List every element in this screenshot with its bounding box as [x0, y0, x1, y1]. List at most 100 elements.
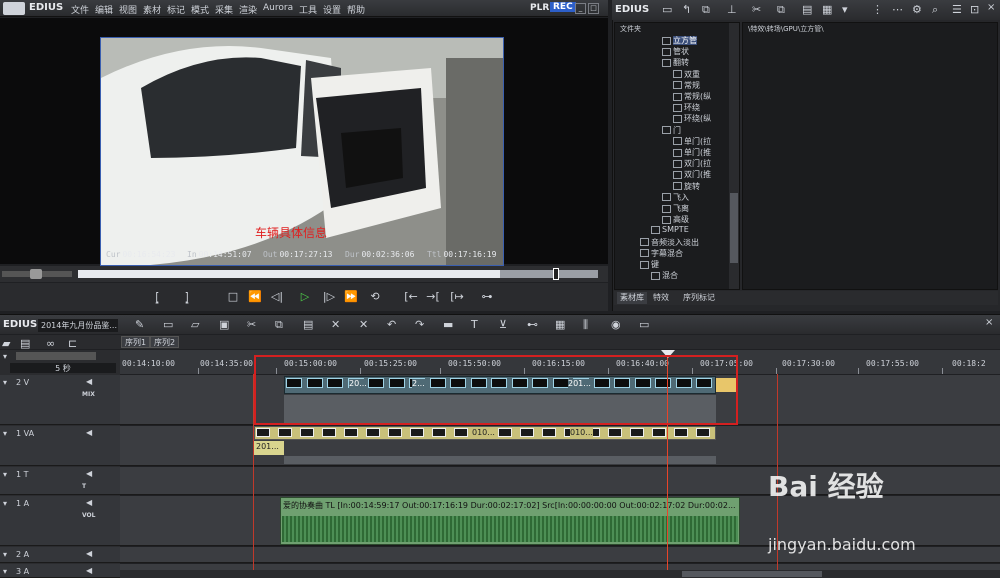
up-folder-icon[interactable]: ↰: [682, 3, 691, 16]
rewind-icon[interactable]: ⏪: [246, 288, 264, 306]
menu-item-2[interactable]: 视图: [119, 3, 137, 16]
timeline-close-icon[interactable]: ×: [985, 317, 993, 328]
grid-icon[interactable]: ▦: [555, 318, 565, 331]
tab-sequence-2[interactable]: 序列2: [150, 336, 180, 348]
maximize-button[interactable]: □: [588, 3, 599, 14]
tree-item[interactable]: 飞离: [662, 203, 689, 214]
speaker-icon[interactable]: ◀: [86, 566, 92, 575]
plr-mode-button[interactable]: PLR: [530, 3, 549, 13]
fast-forward-icon[interactable]: ⏩: [342, 288, 360, 306]
delete-icon[interactable]: ✕: [331, 318, 340, 331]
tree-item[interactable]: 字幕混合: [640, 248, 683, 259]
position-handle[interactable]: [553, 268, 559, 280]
tree-item[interactable]: 环绕: [673, 102, 700, 113]
minimize-button[interactable]: _: [575, 3, 586, 14]
mixer-icon[interactable]: ⫼: [583, 318, 588, 332]
va-audio-clip[interactable]: 201...: [254, 441, 284, 455]
zoom-slider[interactable]: [16, 352, 96, 360]
cut-icon[interactable]: ✂: [752, 3, 761, 16]
tab-sequence-1[interactable]: 序列1: [121, 336, 151, 348]
menu-item-6[interactable]: 采集: [215, 3, 233, 16]
tree-item[interactable]: 翻转: [662, 57, 689, 68]
filter-icon[interactable]: ⊡: [970, 3, 979, 16]
expand-icon[interactable]: ▾: [3, 429, 7, 438]
stop-icon[interactable]: □: [224, 288, 242, 306]
menu-item-0[interactable]: 文件: [71, 3, 89, 16]
close-icon[interactable]: ×: [987, 2, 995, 13]
mark-in-icon[interactable]: ⦋: [148, 288, 166, 306]
tree-item[interactable]: 环绕(纵: [673, 113, 711, 124]
bin-tab-2[interactable]: 序列标记: [680, 292, 718, 304]
tree-item[interactable]: 立方管: [662, 35, 697, 46]
menu-item-1[interactable]: 编辑: [95, 3, 113, 16]
extract-icon[interactable]: [↦: [448, 288, 466, 306]
folder-icon[interactable]: ▭: [662, 3, 672, 16]
menu-item-5[interactable]: 模式: [191, 3, 209, 16]
sync-lock-icon[interactable]: ▤: [20, 337, 30, 350]
track-header-4[interactable]: 2 A ◀ ▾: [0, 547, 120, 563]
mark-out-icon[interactable]: ⦌: [178, 288, 196, 306]
track-mode-icon[interactable]: ▰: [2, 337, 10, 350]
record-icon[interactable]: ◉: [611, 318, 621, 331]
shuttle-handle[interactable]: [30, 269, 42, 279]
tree-scrollbar[interactable]: [729, 23, 739, 289]
tree-item[interactable]: 高级: [662, 214, 689, 225]
tree-item[interactable]: 常规: [673, 80, 700, 91]
expand-icon[interactable]: ▾: [3, 499, 7, 508]
tree-item[interactable]: 键: [640, 259, 659, 270]
snap-icon[interactable]: ⊏: [68, 337, 77, 350]
speaker-icon[interactable]: ◀: [86, 469, 92, 478]
undo-icon[interactable]: ↶: [387, 318, 396, 331]
tree-item[interactable]: 门: [662, 125, 681, 136]
play-icon[interactable]: ▷: [296, 288, 314, 306]
ripple-delete-icon[interactable]: ✕: [359, 318, 368, 331]
search-icon[interactable]: ⌕: [932, 3, 938, 17]
copy-icon[interactable]: ⧉: [275, 318, 283, 332]
tree-item[interactable]: 双门(拉: [673, 158, 711, 169]
copy-icon[interactable]: ⧉: [777, 3, 785, 17]
speaker-icon[interactable]: ◀: [86, 549, 92, 558]
menu-item-9[interactable]: 工具: [299, 3, 317, 16]
track-header-0[interactable]: 2 V MIX ◀ ▾: [0, 375, 120, 425]
redo-icon[interactable]: ↷: [415, 318, 424, 331]
tree-item[interactable]: 混合: [651, 270, 678, 281]
tree-item[interactable]: 音频淡入淡出: [640, 237, 699, 248]
folder-tree[interactable]: 文件夹 立方管 管状 翻转 双重 常规 常规(纵 环绕 环绕(纵门单门(拉 单门(推 双门(拉 双门…: [614, 22, 740, 290]
open-icon[interactable]: ▱: [191, 318, 199, 331]
speaker-icon[interactable]: ◀: [86, 498, 92, 507]
menu-item-8[interactable]: Aurora: [263, 3, 293, 13]
menu-item-7[interactable]: 渲染: [239, 3, 257, 16]
tree-item[interactable]: 双门(推: [673, 169, 711, 180]
list-view-icon[interactable]: ☰: [952, 3, 962, 16]
cut-icon[interactable]: ✂: [247, 318, 256, 331]
mark-icon[interactable]: ✎: [135, 318, 144, 331]
effect-file-list[interactable]: \特效\转场\GPU\立方管\: [742, 22, 998, 290]
render-icon[interactable]: ⊷: [527, 318, 538, 331]
properties-icon[interactable]: ⋮: [872, 3, 883, 16]
new-icon[interactable]: ▭: [163, 318, 173, 331]
menu-item-10[interactable]: 设置: [323, 3, 341, 16]
lift-icon[interactable]: ⊶: [478, 288, 496, 306]
apply-icon[interactable]: ⊥: [727, 3, 737, 16]
step-back-icon[interactable]: ◁|: [268, 288, 286, 306]
view-options-icon[interactable]: ▾: [842, 3, 848, 16]
ripple-icon[interactable]: ∞: [46, 337, 55, 350]
speaker-icon[interactable]: ◀: [86, 377, 92, 386]
transition-tool-icon[interactable]: ⋯: [892, 3, 903, 16]
menu-item-4[interactable]: 标记: [167, 3, 185, 16]
tree-item[interactable]: 单门(推: [673, 147, 711, 158]
expand-icon[interactable]: ▾: [3, 470, 7, 479]
bin-tab-1[interactable]: 特效: [650, 292, 672, 304]
menu-item-3[interactable]: 素材: [143, 3, 161, 16]
add-effect-icon[interactable]: ⧉: [702, 3, 710, 17]
settings-icon[interactable]: ⚙: [912, 3, 922, 16]
rec-mode-button[interactable]: REC: [550, 2, 576, 12]
expand-icon[interactable]: ▾: [3, 378, 7, 387]
tree-item[interactable]: SMPTE: [651, 225, 689, 236]
tree-item[interactable]: 常规(纵: [673, 91, 711, 102]
speaker-icon[interactable]: ◀: [86, 428, 92, 437]
bin-tab-0[interactable]: 素材库: [617, 292, 647, 304]
save-icon[interactable]: ▣: [219, 318, 229, 331]
zoom-icon[interactable]: ▾: [3, 352, 7, 361]
title-icon[interactable]: T: [471, 318, 478, 331]
